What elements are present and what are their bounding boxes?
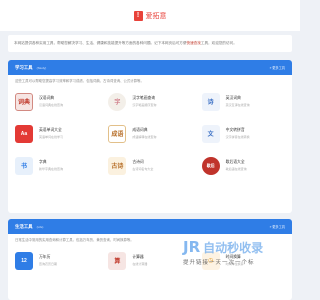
tool-desc: 汉字笔画顺序查询: [132, 103, 157, 107]
tool-desc: 在线计算器: [132, 262, 148, 266]
character-icon: 字: [108, 92, 127, 111]
tool-desc: 新华字典在线查询: [39, 167, 64, 171]
more-tools-link[interactable]: » 更多工具: [270, 65, 285, 70]
tool-desc: 成语解释在线查询: [132, 135, 157, 139]
tool-desc: 时间单位换算: [225, 262, 244, 266]
tool-card-calculator[interactable]: 算 计算器在线计算器: [108, 248, 191, 273]
section-header: 生活工具 (Life) » 更多工具: [8, 219, 292, 234]
tool-card-xiehouyu[interactable]: 歇后 歇后语大全歇后语在线查询: [201, 153, 285, 178]
tool-title: 英汉词典: [225, 96, 241, 100]
tool-title: 万年历: [39, 255, 51, 259]
section-title: 学习工具: [15, 64, 33, 70]
intro-panel: 本网站提供各种实用工具，帮助您解决学习、生活、健康和技能提升等方面的各种问题。记…: [8, 35, 292, 52]
tool-title: 英语单词大全: [39, 128, 62, 132]
tool-title: 计算器: [132, 255, 144, 259]
tool-desc: 古诗词名句大全: [132, 167, 154, 171]
brand[interactable]: ! 爱拓意: [133, 10, 167, 21]
poem-icon: 诗: [201, 92, 220, 111]
tool-title: 时间换算: [225, 255, 241, 259]
tool-card-english[interactable]: Aa 英语单词大全 英语单词在线学习: [15, 121, 98, 146]
tool-desc: 汉字拼音在线转换: [225, 135, 250, 139]
tool-desc: 歇后语在线查询: [225, 167, 247, 171]
tool-card-poem[interactable]: 古诗 古诗词古诗词名句大全: [108, 153, 191, 178]
tool-title: 汉字笔画查询: [132, 96, 156, 100]
idiom-icon: 成语: [108, 124, 127, 143]
life-tools-section: 生活工具 (Life) » 更多工具 日常生活中常用的实用查询和计算工具，包括万…: [8, 219, 292, 300]
tool-title: 古诗词: [132, 160, 144, 164]
tool-title: 中文转拼音: [225, 128, 245, 132]
tool-card-zidian[interactable]: 书 字典新华字典在线查询: [15, 153, 98, 178]
ancient-poem-icon: 古诗: [108, 156, 127, 175]
tool-card-pinyin[interactable]: 文 中文转拼音汉字拼音在线转换: [201, 121, 285, 146]
tool-desc: 查询农历日期: [39, 262, 58, 266]
tool-card-time[interactable]: ◷ 时间换算时间单位换算: [201, 248, 285, 273]
section-subtitle: (Study): [36, 65, 47, 70]
tool-title: 歇后语大全: [225, 160, 245, 164]
tool-desc: 汉语词典在线查询: [39, 103, 64, 107]
intro-text-suffix: 工具，欢迎您的访问。: [200, 41, 237, 45]
document-icon: 文: [201, 124, 220, 143]
tool-title: 成语词典: [132, 128, 148, 132]
section-header: 学习工具 (Study) » 更多工具: [8, 60, 292, 75]
tool-card-dictionary[interactable]: 词典 汉语词典汉语词典在线查询: [15, 89, 98, 114]
tool-title: 汉语词典: [39, 96, 55, 100]
tool-grid: 12 万年历查询农历日期 算 计算器在线计算器 ◷ 时间换算时间单位换算: [8, 246, 292, 273]
tool-grid: 词典 汉语词典汉语词典在线查询 字 汉字笔画查询 汉字笔画顺序查询 诗 英汉词典英…: [8, 87, 292, 178]
calendar-icon: 12: [15, 251, 33, 270]
tool-card-en-dict[interactable]: 诗 英汉词典英汉互译在线查询: [201, 89, 285, 114]
intro-highlight: 快速查找: [186, 41, 201, 45]
logo-icon: !: [133, 10, 143, 21]
more-tools-link[interactable]: » 更多工具: [270, 224, 285, 229]
intro-text-prefix: 本网站提供各种实用工具，帮助您解决学习、生活、健康和技能提升等方面的各种问题。记…: [14, 41, 187, 45]
section-description: 这些工具可以帮助您提高学习效率和学习成绩，包括词典、古诗词查询、公式计算等。: [15, 79, 144, 83]
clock-icon: ◷: [201, 251, 220, 270]
section-subtitle: (Life): [36, 224, 44, 229]
tool-card-idiom[interactable]: 成语 成语词典成语解释在线查询: [108, 121, 191, 146]
site-header: ! 爱拓意: [0, 0, 300, 31]
brand-name: 爱拓意: [145, 12, 167, 20]
tool-card-stroke[interactable]: 字 汉字笔画查询 汉字笔画顺序查询: [108, 89, 191, 114]
tool-desc: 英语单词在线学习: [39, 135, 64, 139]
tool-card-calendar[interactable]: 12 万年历查询农历日期: [15, 248, 98, 273]
abacus-icon: 算: [108, 251, 127, 270]
book-icon: 书: [15, 156, 33, 175]
section-description: 日常生活中常用的实用查询和计算工具，包括万年历、黄历查询、时间换算等。: [15, 238, 134, 242]
english-icon: Aa: [15, 124, 33, 143]
study-tools-section: 学习工具 (Study) » 更多工具 这些工具可以帮助您提高学习效率和学习成绩…: [8, 60, 292, 213]
dictionary-icon: 词典: [15, 92, 33, 111]
section-title: 生活工具: [15, 223, 33, 229]
seal-icon: 歇后: [201, 156, 220, 175]
tool-title: 字典: [39, 160, 47, 164]
tool-desc: 英汉互译在线查询: [225, 103, 250, 107]
